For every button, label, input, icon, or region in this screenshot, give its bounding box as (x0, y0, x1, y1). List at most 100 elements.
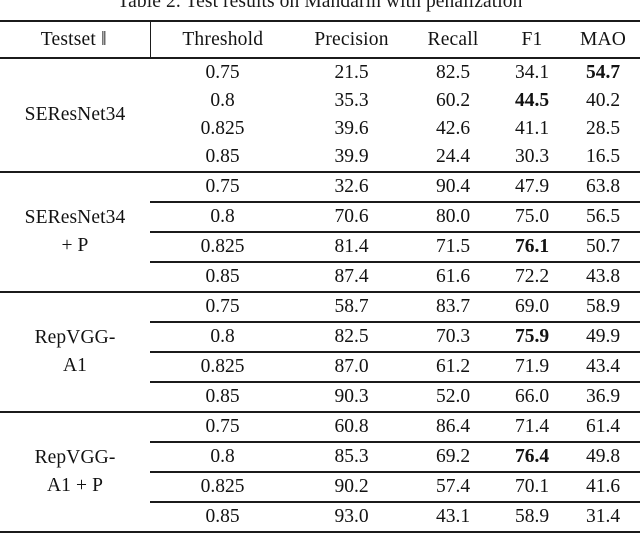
cell-mao: 56.5 (566, 201, 640, 232)
cell-recall: 82.5 (435, 62, 471, 83)
table-row: RepVGG- A1 + P 0.75 60.8 86.4 71.4 61.4 (0, 411, 640, 533)
cell-recall: 24.4 (435, 146, 471, 167)
table-group: SEResNet34 0.75 21.5 82.5 34.1 54.7 0.8 35.3 60.… (0, 58, 640, 172)
cell-threshold: 0.85 (150, 261, 295, 292)
cell-threshold: 0.75 (150, 291, 295, 322)
cell-f1: 41.1 (514, 118, 550, 139)
cell-mao: 58.9 (566, 291, 640, 322)
cell-threshold: 0.75 (150, 171, 295, 202)
model-label-line: A1 (62, 355, 88, 376)
cell-recall: 90.4 (408, 171, 498, 202)
cell-recall: 61.6 (408, 261, 498, 292)
cell-precision: 85.3 (295, 441, 408, 472)
model-label-line: RepVGG- (34, 447, 116, 468)
table-row: RepVGG- A1 0.75 58.7 83.7 69.0 58.9 (0, 291, 640, 412)
cell-recall: 42.6 (435, 118, 471, 139)
cell-threshold: 0.8 (210, 90, 235, 111)
cell-precision: 90.3 (295, 381, 408, 412)
cell-f1: 47.9 (498, 171, 566, 202)
model-label-line: RepVGG- (34, 327, 116, 348)
cell-precision: 93.0 (295, 501, 408, 533)
cell-precision: 82.5 (295, 321, 408, 352)
cell-f1: 58.9 (498, 501, 566, 533)
column-header-recall: Recall (408, 20, 498, 59)
model-label: SEResNet34 + P (0, 171, 150, 292)
cell-recall: 83.7 (408, 291, 498, 322)
model-label: RepVGG- A1 + P (0, 411, 150, 533)
cell-recall: 80.0 (408, 201, 498, 232)
cell-threshold: 0.8 (150, 201, 295, 232)
column-header-precision: Precision (295, 20, 408, 59)
cell-f1: 30.3 (514, 146, 550, 167)
cell-threshold: 0.75 (205, 62, 240, 83)
column-header-threshold: Threshold (150, 20, 295, 59)
cell-precision: 21.5 (334, 62, 369, 83)
cell-precision: 90.2 (295, 471, 408, 502)
cell-mao: 36.9 (566, 381, 640, 412)
column-header-f1: F1 (498, 20, 566, 59)
cell-threshold: 0.825 (150, 231, 295, 262)
cell-mao: 16.5 (585, 146, 621, 167)
cell-f1: 71.4 (498, 411, 566, 442)
cell-precision: 60.8 (295, 411, 408, 442)
cell-precision: 35.3 (334, 90, 369, 111)
table-group: RepVGG- A1 + P 0.75 60.8 86.4 71.4 61.4 0.8 85.3… (0, 411, 640, 533)
cell-precision: 39.6 (334, 118, 369, 139)
cell-f1: 75.9 (498, 321, 566, 352)
column-header-mao: MAO (566, 20, 640, 59)
cell-mao: 63.8 (566, 171, 640, 202)
cell-recall: 60.2 (435, 90, 471, 111)
model-label-line: SEResNet34 (24, 207, 126, 228)
header-row: Testset ǁ Threshold Precision Recall F1 … (0, 20, 640, 59)
table-group: SEResNet34 + P 0.75 32.6 90.4 47.9 63.8 0.8 70.6… (0, 171, 640, 292)
cell-mao: 43.8 (566, 261, 640, 292)
cell-precision: 39.9 (334, 146, 369, 167)
page-root: Table 2. Test results on Mandarin with p… (0, 0, 640, 533)
model-label-line: + P (61, 235, 89, 256)
cell-recall: 43.1 (408, 501, 498, 533)
cell-f1: 72.2 (498, 261, 566, 292)
table-row: SEResNet34 0.75 21.5 82.5 34.1 54.7 (0, 58, 640, 125)
table-header: Testset ǁ Threshold Precision Recall F1 … (0, 20, 640, 59)
cell-f1: 44.5 (514, 90, 550, 111)
model-label-line: A1 + P (46, 475, 104, 496)
table-row: SEResNet34 + P 0.75 32.6 90.4 47.9 63.8 (0, 171, 640, 292)
column-header-testset: Testset ǁ (0, 20, 151, 59)
cell-precision: 70.6 (295, 201, 408, 232)
cell-recall: 71.5 (408, 231, 498, 262)
cell-threshold: 0.75 (150, 411, 295, 442)
cell-precision: 87.4 (295, 261, 408, 292)
cell-mao: 49.8 (566, 441, 640, 472)
cell-recall: 86.4 (408, 411, 498, 442)
cell-mao: 43.4 (566, 351, 640, 382)
cell-f1: 70.1 (498, 471, 566, 502)
cell-mao: 49.9 (566, 321, 640, 352)
cell-mao: 31.4 (566, 501, 640, 533)
cell-f1: 66.0 (498, 381, 566, 412)
cell-recall: 69.2 (408, 441, 498, 472)
cell-recall: 70.3 (408, 321, 498, 352)
cell-precision: 81.4 (295, 231, 408, 262)
cell-threshold: 0.825 (200, 118, 245, 139)
cell-recall: 52.0 (408, 381, 498, 412)
cell-precision: 58.7 (295, 291, 408, 322)
cell-f1: 76.4 (498, 441, 566, 472)
cell-mao: 54.7 (585, 62, 621, 83)
model-label: SEResNet34 (0, 58, 150, 172)
cell-f1: 76.1 (498, 231, 566, 262)
cell-precision: 87.0 (295, 351, 408, 382)
cell-threshold: 0.85 (150, 501, 295, 533)
model-label-line: SEResNet34 (24, 104, 126, 125)
cell-threshold: 0.8 (150, 321, 295, 352)
cell-f1: 75.0 (498, 201, 566, 232)
cell-f1: 71.9 (498, 351, 566, 382)
cell-f1: 34.1 (514, 62, 550, 83)
cell-f1: 69.0 (498, 291, 566, 322)
cell-recall: 57.4 (408, 471, 498, 502)
cell-mao: 28.5 (585, 118, 621, 139)
cell-precision: 32.6 (295, 171, 408, 202)
cell-mao: 41.6 (566, 471, 640, 502)
cell-mao: 40.2 (585, 90, 621, 111)
model-label: RepVGG- A1 (0, 291, 150, 412)
results-table: Testset ǁ Threshold Precision Recall F1 … (0, 20, 640, 533)
